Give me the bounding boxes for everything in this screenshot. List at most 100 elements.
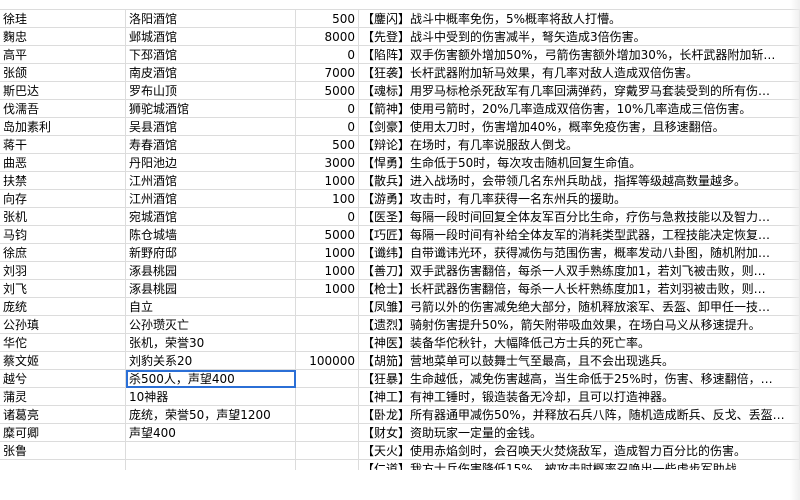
cell-value[interactable]: 0 xyxy=(296,118,359,136)
cell-name[interactable]: 扶禁 xyxy=(0,172,126,190)
cell-name[interactable]: 华佗 xyxy=(0,334,126,352)
cell-value[interactable] xyxy=(296,298,359,316)
cell-value[interactable]: 100 xyxy=(296,190,359,208)
cell-value[interactable] xyxy=(296,370,359,388)
cell-value[interactable]: 7000 xyxy=(296,64,359,82)
cell-source[interactable]: 寿春酒馆 xyxy=(126,136,296,154)
cell-trait[interactable]: 【善刀】双手武器伤害翻倍，每杀一人双手熟练度加1，若刘飞被击败，则… xyxy=(359,262,800,280)
cell-trait[interactable]: 【陷阵】双手伤害额外增加50%，弓箭伤害额外增加30%，长杆武器附加斩… xyxy=(359,46,800,64)
cell-name[interactable]: 张鲁 xyxy=(0,442,126,460)
cell-value[interactable]: 1000 xyxy=(296,244,359,262)
cell-value[interactable] xyxy=(296,406,359,424)
cell-value[interactable]: 500 xyxy=(296,10,359,28)
cell-source[interactable]: 宛城酒馆 xyxy=(126,208,296,226)
cell-trait[interactable]: 【魂标】用罗马标枪杀死敌军有几率回满弹药，穿戴罗马套装受到的所有伤… xyxy=(359,82,800,100)
cell-source[interactable]: 丹阳池边 xyxy=(126,154,296,172)
cell-name[interactable]: 斯巴达 xyxy=(0,82,126,100)
cell-source[interactable]: 洛阳酒馆 xyxy=(126,10,296,28)
cell-source[interactable]: 南皮酒馆 xyxy=(126,64,296,82)
cell-trait[interactable]: 【狂暴】生命越低，减免伤害越高，当生命低于25%时，伤害、移速翻倍，… xyxy=(359,370,800,388)
cell-name[interactable]: 张机 xyxy=(0,208,126,226)
cell-source[interactable]: 声望400 xyxy=(126,424,296,442)
cell-trait[interactable]: 【凤雏】弓箭以外的伤害减免绝大部分，随机释放滚军、丢盔、卸甲任一技… xyxy=(359,298,800,316)
cell-trait[interactable]: 【神医】装备华佗秋针，大幅降低己方士兵的死亡率。 xyxy=(359,334,800,352)
cell-name[interactable]: 刘飞 xyxy=(0,280,126,298)
cell-trait[interactable]: 【散兵】进入战场时，会带领几名东州兵助战，指挥等级越高数量越多。 xyxy=(359,172,800,190)
cell-source[interactable]: 涿县桃园 xyxy=(126,280,296,298)
cell-name[interactable]: 刘羽 xyxy=(0,262,126,280)
cell-trait[interactable]: 【游勇】攻击时，有几率获得一名东州兵的援助。 xyxy=(359,190,800,208)
cell-trait[interactable]: 【胡笳】营地菜单可以鼓舞士气至最高，且不会出现逃兵。 xyxy=(359,352,800,370)
cell-trait[interactable]: 【辩论】在场时，有几率说服敌人倒戈。 xyxy=(359,136,800,154)
cell-trait[interactable]: 【狂袭】长杆武器附加斩马效果，有几率对敌人造成双倍伤害。 xyxy=(359,64,800,82)
cell-source[interactable]: 10神器 xyxy=(126,388,296,406)
cell-source[interactable]: 狮驼城酒馆 xyxy=(126,100,296,118)
cell-source[interactable]: 邺城酒馆 xyxy=(126,28,296,46)
cell-source[interactable]: 江州酒馆 xyxy=(126,172,296,190)
cell-value[interactable] xyxy=(296,388,359,406)
cell-trait[interactable]: 【天火】使用赤焰剑时，会召唤天火焚烧敌军，造成智力百分比的伤害。 xyxy=(359,442,800,460)
cell-value[interactable]: 500 xyxy=(296,136,359,154)
cell-value[interactable]: 100000 xyxy=(296,352,359,370)
cell-trait[interactable]: 【悍勇】生命低于50时，每次攻击随机回复生命值。 xyxy=(359,154,800,172)
cell-source[interactable] xyxy=(126,442,296,460)
cell-value[interactable]: 8000 xyxy=(296,28,359,46)
cell-name[interactable]: 公孙瑱 xyxy=(0,316,126,334)
cell-source[interactable]: 公孙瓒灭亡 xyxy=(126,316,296,334)
cell-value[interactable]: 1000 xyxy=(296,280,359,298)
cell-name[interactable]: 岛加素利 xyxy=(0,118,126,136)
cell-trait[interactable]: 【卧龙】所有器通甲减伤50%，并释放石兵八阵，随机造成断兵、反戈、丢盔… xyxy=(359,406,800,424)
cell-trait[interactable]: 【鏖闪】战斗中概率免伤，5%概率将敌人打懵。 xyxy=(359,10,800,28)
cell-source[interactable]: 吴县酒馆 xyxy=(126,118,296,136)
cell-name[interactable]: 诸葛亮 xyxy=(0,406,126,424)
cell-trait[interactable]: 【枪士】长杆武器伤害翻倍，每杀一人长杆熟练度加1，若刘羽被击败，则… xyxy=(359,280,800,298)
cell-name[interactable]: 蒋干 xyxy=(0,136,126,154)
cell-name[interactable]: 越兮 xyxy=(0,370,126,388)
cell-value[interactable]: 1000 xyxy=(296,262,359,280)
cell-source[interactable]: 陈仓城墙 xyxy=(126,226,296,244)
cell-value[interactable]: 5000 xyxy=(296,226,359,244)
cell-trait[interactable]: 【谶纬】自带谶讳光环，获得减伤与范围伤害，概率发动八卦图，随机附加… xyxy=(359,244,800,262)
cell-name[interactable] xyxy=(0,460,126,470)
cell-trait[interactable]: 【剑豪】使用太刀时，伤害增加40%，概率免疫伤害，且移速翻倍。 xyxy=(359,118,800,136)
cell-value[interactable] xyxy=(296,334,359,352)
cell-source[interactable] xyxy=(126,460,296,470)
cell-name[interactable]: 伐濡吾 xyxy=(0,100,126,118)
cell-name[interactable]: 张颌 xyxy=(0,64,126,82)
cell-source[interactable]: 江州酒馆 xyxy=(126,190,296,208)
cell-value[interactable]: 0 xyxy=(296,208,359,226)
cell-name[interactable]: 徐庶 xyxy=(0,244,126,262)
cell-trait[interactable]: 【神工】有神工锤时，锻造装备无冷却，且可以打造神器。 xyxy=(359,388,800,406)
cell-name[interactable]: 曲恶 xyxy=(0,154,126,172)
cell-name[interactable]: 高平 xyxy=(0,46,126,64)
cell-name[interactable]: 庞统 xyxy=(0,298,126,316)
cell-name[interactable]: 蔡文姬 xyxy=(0,352,126,370)
cell-trait[interactable]: 【遗烈】骑射伤害提升50%，箭矢附带吸血效果，在场白马义从移速提升。 xyxy=(359,316,800,334)
cell-value[interactable] xyxy=(296,316,359,334)
cell-name[interactable]: 蒲灵 xyxy=(0,388,126,406)
cell-value[interactable]: 3000 xyxy=(296,154,359,172)
cell-source[interactable]: 庞统，荣誉50，声望1200 xyxy=(126,406,296,424)
cell-trait[interactable]: 【箭神】使用弓箭时，20%几率造成双倍伤害，10%几率造成三倍伤害。 xyxy=(359,100,800,118)
cell-value[interactable] xyxy=(296,424,359,442)
cell-source[interactable]: 张机，荣誉30 xyxy=(126,334,296,352)
cell-source[interactable]: 新野府邸 xyxy=(126,244,296,262)
cell-source[interactable]: 罗布山顶 xyxy=(126,82,296,100)
cell-name[interactable]: 糜可卿 xyxy=(0,424,126,442)
cell-source[interactable]: 杀500人，声望400 xyxy=(126,370,296,388)
cell-name[interactable]: 马钧 xyxy=(0,226,126,244)
cell-source[interactable]: 刘豹关系20 xyxy=(126,352,296,370)
cell-trait[interactable]: 【巧匠】每隔一段时间有补给全体友军的消耗类型武器，工程技能决定恢复… xyxy=(359,226,800,244)
cell-trait[interactable]: 【财女】资助玩家一定量的金钱。 xyxy=(359,424,800,442)
cell-value[interactable] xyxy=(296,460,359,470)
cell-source[interactable]: 下邳酒馆 xyxy=(126,46,296,64)
cell-name[interactable]: 向存 xyxy=(0,190,126,208)
cell-source[interactable]: 涿县桃园 xyxy=(126,262,296,280)
cell-value[interactable]: 5000 xyxy=(296,82,359,100)
cell-name[interactable]: 麴忠 xyxy=(0,28,126,46)
cell-trait[interactable]: 【仁道】我方士兵伤害降低15%，被攻击时概率召唤出一些虎步军助战… xyxy=(359,460,800,470)
cell-value[interactable] xyxy=(296,442,359,460)
cell-value[interactable]: 0 xyxy=(296,100,359,118)
cell-name[interactable]: 徐珪 xyxy=(0,10,126,28)
cell-trait[interactable]: 【先登】战斗中受到的伤害减半，弩矢造成3倍伤害。 xyxy=(359,28,800,46)
